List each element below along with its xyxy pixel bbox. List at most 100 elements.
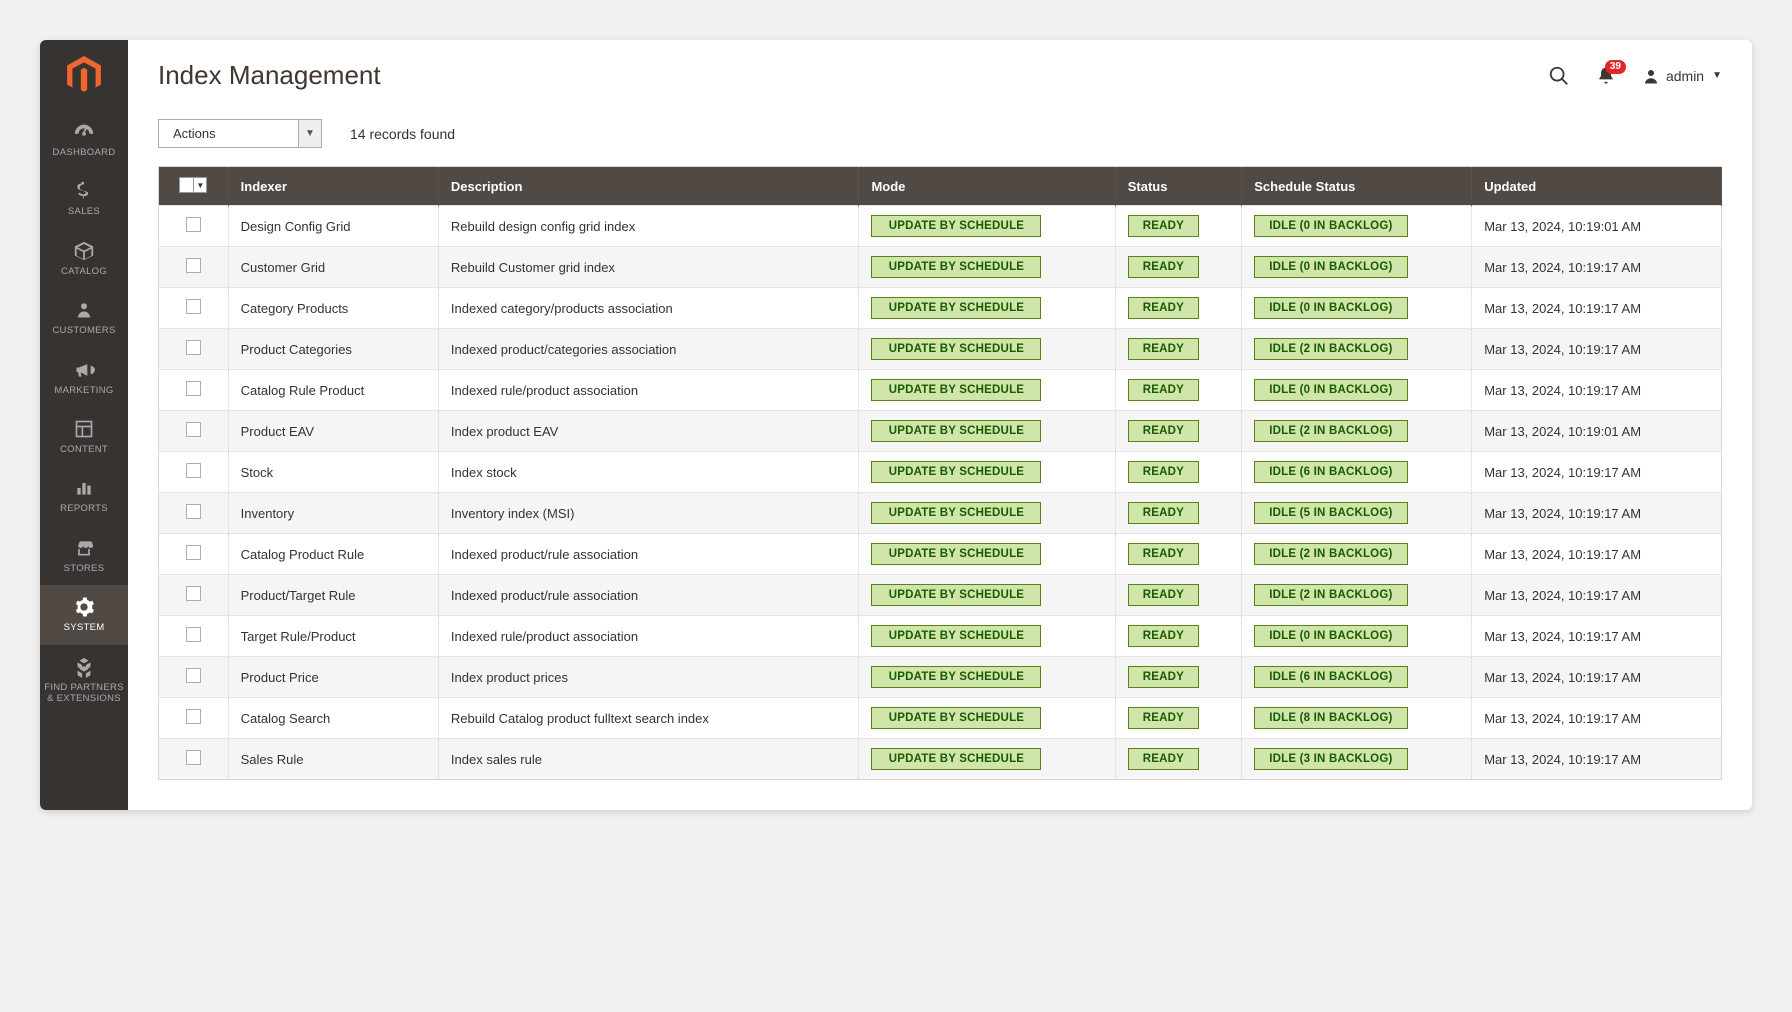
row-checkbox[interactable]	[186, 586, 201, 601]
sidebar-item-partners[interactable]: FIND PARTNERS & EXTENSIONS	[40, 645, 128, 716]
cell-description: Rebuild Catalog product fulltext search …	[438, 698, 859, 739]
cell-updated: Mar 13, 2024, 10:19:17 AM	[1472, 247, 1722, 288]
row-checkbox[interactable]	[186, 422, 201, 437]
megaphone-icon	[73, 359, 95, 381]
select-all-checkbox[interactable]: ▼	[179, 177, 207, 193]
cell-indexer: Product Categories	[228, 329, 438, 370]
chevron-down-icon: ▼	[1712, 70, 1722, 81]
notifications-button[interactable]: 39	[1596, 66, 1616, 86]
sidebar-item-customers[interactable]: CUSTOMERS	[40, 288, 128, 347]
magento-logo[interactable]	[40, 40, 128, 110]
sidebar-item-marketing[interactable]: MARKETING	[40, 348, 128, 407]
mode-badge: UPDATE BY SCHEDULE	[871, 420, 1041, 442]
sidebar-item-label: SALES	[68, 206, 100, 217]
row-checkbox[interactable]	[186, 258, 201, 273]
table-row: Customer GridRebuild Customer grid index…	[159, 247, 1722, 288]
row-checkbox[interactable]	[186, 668, 201, 683]
sidebar-item-label: DASHBOARD	[53, 147, 116, 158]
schedule-badge: IDLE (0 IN BACKLOG)	[1254, 256, 1407, 278]
table-row: Product/Target RuleIndexed product/rule …	[159, 575, 1722, 616]
row-checkbox[interactable]	[186, 299, 201, 314]
actions-select[interactable]: Actions ▼	[158, 119, 322, 148]
mode-badge: UPDATE BY SCHEDULE	[871, 748, 1041, 770]
mode-badge: UPDATE BY SCHEDULE	[871, 461, 1041, 483]
table-row: Design Config GridRebuild design config …	[159, 206, 1722, 247]
row-checkbox[interactable]	[186, 545, 201, 560]
sidebar-item-content[interactable]: CONTENT	[40, 407, 128, 466]
cell-indexer: Catalog Rule Product	[228, 370, 438, 411]
row-checkbox[interactable]	[186, 340, 201, 355]
cell-updated: Mar 13, 2024, 10:19:17 AM	[1472, 616, 1722, 657]
cell-indexer: Product EAV	[228, 411, 438, 452]
cell-updated: Mar 13, 2024, 10:19:17 AM	[1472, 575, 1722, 616]
status-badge: READY	[1128, 543, 1199, 565]
table-row: Target Rule/ProductIndexed rule/product …	[159, 616, 1722, 657]
header-mode[interactable]: Mode	[859, 167, 1115, 206]
box-icon	[73, 240, 95, 262]
cell-updated: Mar 13, 2024, 10:19:17 AM	[1472, 739, 1722, 780]
sidebar-item-catalog[interactable]: CATALOG	[40, 229, 128, 288]
header-updated[interactable]: Updated	[1472, 167, 1722, 206]
cell-description: Indexed rule/product association	[438, 616, 859, 657]
chevron-down-icon[interactable]: ▼	[298, 119, 322, 148]
row-checkbox[interactable]	[186, 627, 201, 642]
table-row: Category ProductsIndexed category/produc…	[159, 288, 1722, 329]
cell-indexer: Customer Grid	[228, 247, 438, 288]
person-icon	[73, 299, 95, 321]
row-checkbox[interactable]	[186, 750, 201, 765]
cell-updated: Mar 13, 2024, 10:19:17 AM	[1472, 493, 1722, 534]
sidebar-item-sales[interactable]: SALES	[40, 169, 128, 228]
header-schedule-status[interactable]: Schedule Status	[1242, 167, 1472, 206]
schedule-badge: IDLE (6 IN BACKLOG)	[1254, 666, 1407, 688]
chart-icon	[73, 477, 95, 499]
gauge-icon	[73, 121, 95, 143]
controls-row: Actions ▼ 14 records found	[158, 119, 1722, 148]
search-button[interactable]	[1548, 65, 1570, 87]
header: Index Management 39 admin ▼	[158, 60, 1722, 91]
mode-badge: UPDATE BY SCHEDULE	[871, 256, 1041, 278]
cell-indexer: Inventory	[228, 493, 438, 534]
sidebar-item-reports[interactable]: REPORTS	[40, 466, 128, 525]
row-checkbox[interactable]	[186, 504, 201, 519]
row-checkbox[interactable]	[186, 217, 201, 232]
status-badge: READY	[1128, 297, 1199, 319]
cell-description: Indexed product/rule association	[438, 575, 859, 616]
mode-badge: UPDATE BY SCHEDULE	[871, 543, 1041, 565]
status-badge: READY	[1128, 748, 1199, 770]
sidebar-item-dashboard[interactable]: DASHBOARD	[40, 110, 128, 169]
mode-badge: UPDATE BY SCHEDULE	[871, 297, 1041, 319]
header-description[interactable]: Description	[438, 167, 859, 206]
schedule-badge: IDLE (2 IN BACKLOG)	[1254, 543, 1407, 565]
sidebar-item-label: MARKETING	[54, 385, 113, 396]
table-row: Product PriceIndex product pricesUPDATE …	[159, 657, 1722, 698]
sidebar-item-label: REPORTS	[60, 503, 108, 514]
mode-badge: UPDATE BY SCHEDULE	[871, 666, 1041, 688]
mode-badge: UPDATE BY SCHEDULE	[871, 707, 1041, 729]
schedule-badge: IDLE (0 IN BACKLOG)	[1254, 297, 1407, 319]
schedule-badge: IDLE (2 IN BACKLOG)	[1254, 338, 1407, 360]
cell-indexer: Target Rule/Product	[228, 616, 438, 657]
status-badge: READY	[1128, 584, 1199, 606]
sidebar-item-stores[interactable]: STORES	[40, 526, 128, 585]
schedule-badge: IDLE (3 IN BACKLOG)	[1254, 748, 1407, 770]
user-menu[interactable]: admin ▼	[1642, 67, 1722, 85]
header-tools: 39 admin ▼	[1548, 65, 1722, 87]
header-status[interactable]: Status	[1115, 167, 1242, 206]
row-checkbox[interactable]	[186, 463, 201, 478]
status-badge: READY	[1128, 338, 1199, 360]
mode-badge: UPDATE BY SCHEDULE	[871, 502, 1041, 524]
table-row: Product CategoriesIndexed product/catego…	[159, 329, 1722, 370]
cell-description: Indexed rule/product association	[438, 370, 859, 411]
schedule-badge: IDLE (5 IN BACKLOG)	[1254, 502, 1407, 524]
schedule-badge: IDLE (0 IN BACKLOG)	[1254, 379, 1407, 401]
sidebar: DASHBOARD SALES CATALOGCUSTOMERS MARKETING C…	[40, 40, 128, 810]
row-checkbox[interactable]	[186, 381, 201, 396]
sidebar-item-system[interactable]: SYSTEM	[40, 585, 128, 644]
row-checkbox[interactable]	[186, 709, 201, 724]
table-row: Catalog Rule ProductIndexed rule/product…	[159, 370, 1722, 411]
dollar-icon	[73, 180, 95, 202]
cell-indexer: Stock	[228, 452, 438, 493]
header-indexer[interactable]: Indexer	[228, 167, 438, 206]
cell-updated: Mar 13, 2024, 10:19:01 AM	[1472, 206, 1722, 247]
cell-description: Indexed category/products association	[438, 288, 859, 329]
